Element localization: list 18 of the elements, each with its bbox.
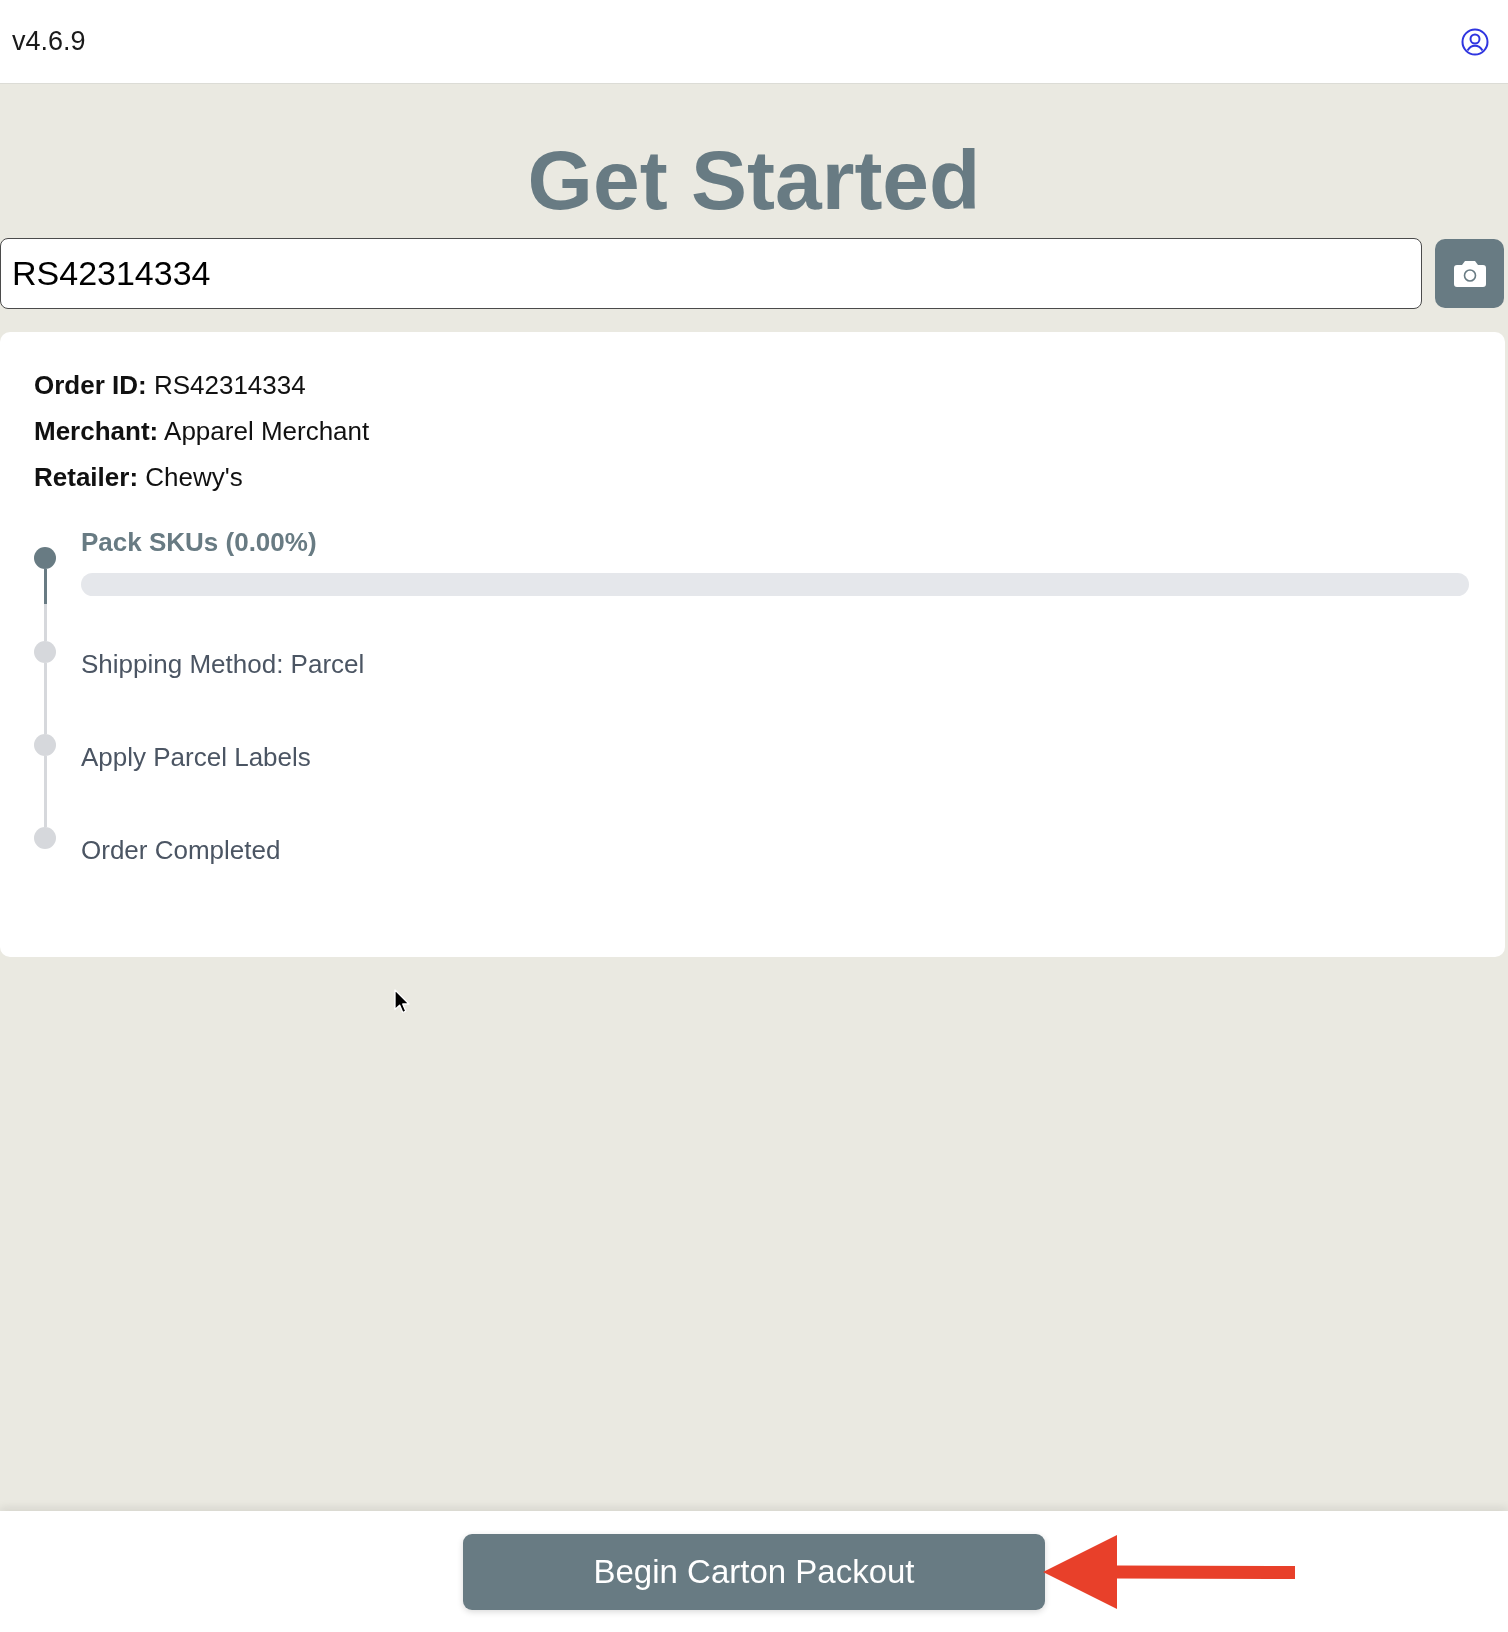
order-detail-line: Merchant: Apparel Merchant: [34, 415, 370, 448]
camera-button[interactable]: [1435, 239, 1504, 308]
camera-icon: [1453, 260, 1486, 287]
order-detail-line: Retailer: Chewy's: [34, 461, 243, 494]
mouse-cursor-icon: [394, 989, 410, 1015]
timeline-connector: [43, 569, 47, 641]
step-label: Order Completed: [81, 835, 281, 865]
version-label: v4.6.9: [12, 25, 86, 59]
timeline-connector: [43, 663, 47, 734]
step-label: Shipping Method: Parcel: [81, 649, 365, 679]
begin-carton-packout-button[interactable]: Begin Carton Packout: [463, 1534, 1045, 1610]
timeline-connector: [43, 756, 47, 827]
step-label: Pack SKUs (0.00%): [81, 527, 317, 557]
step-label: Apply Parcel Labels: [81, 742, 311, 772]
order-detail-line: Order ID: RS42314334: [34, 369, 306, 402]
account-icon[interactable]: [1461, 27, 1489, 56]
page-title: Get Started: [527, 138, 981, 222]
order-search-field[interactable]: RS42314334: [0, 238, 1422, 309]
